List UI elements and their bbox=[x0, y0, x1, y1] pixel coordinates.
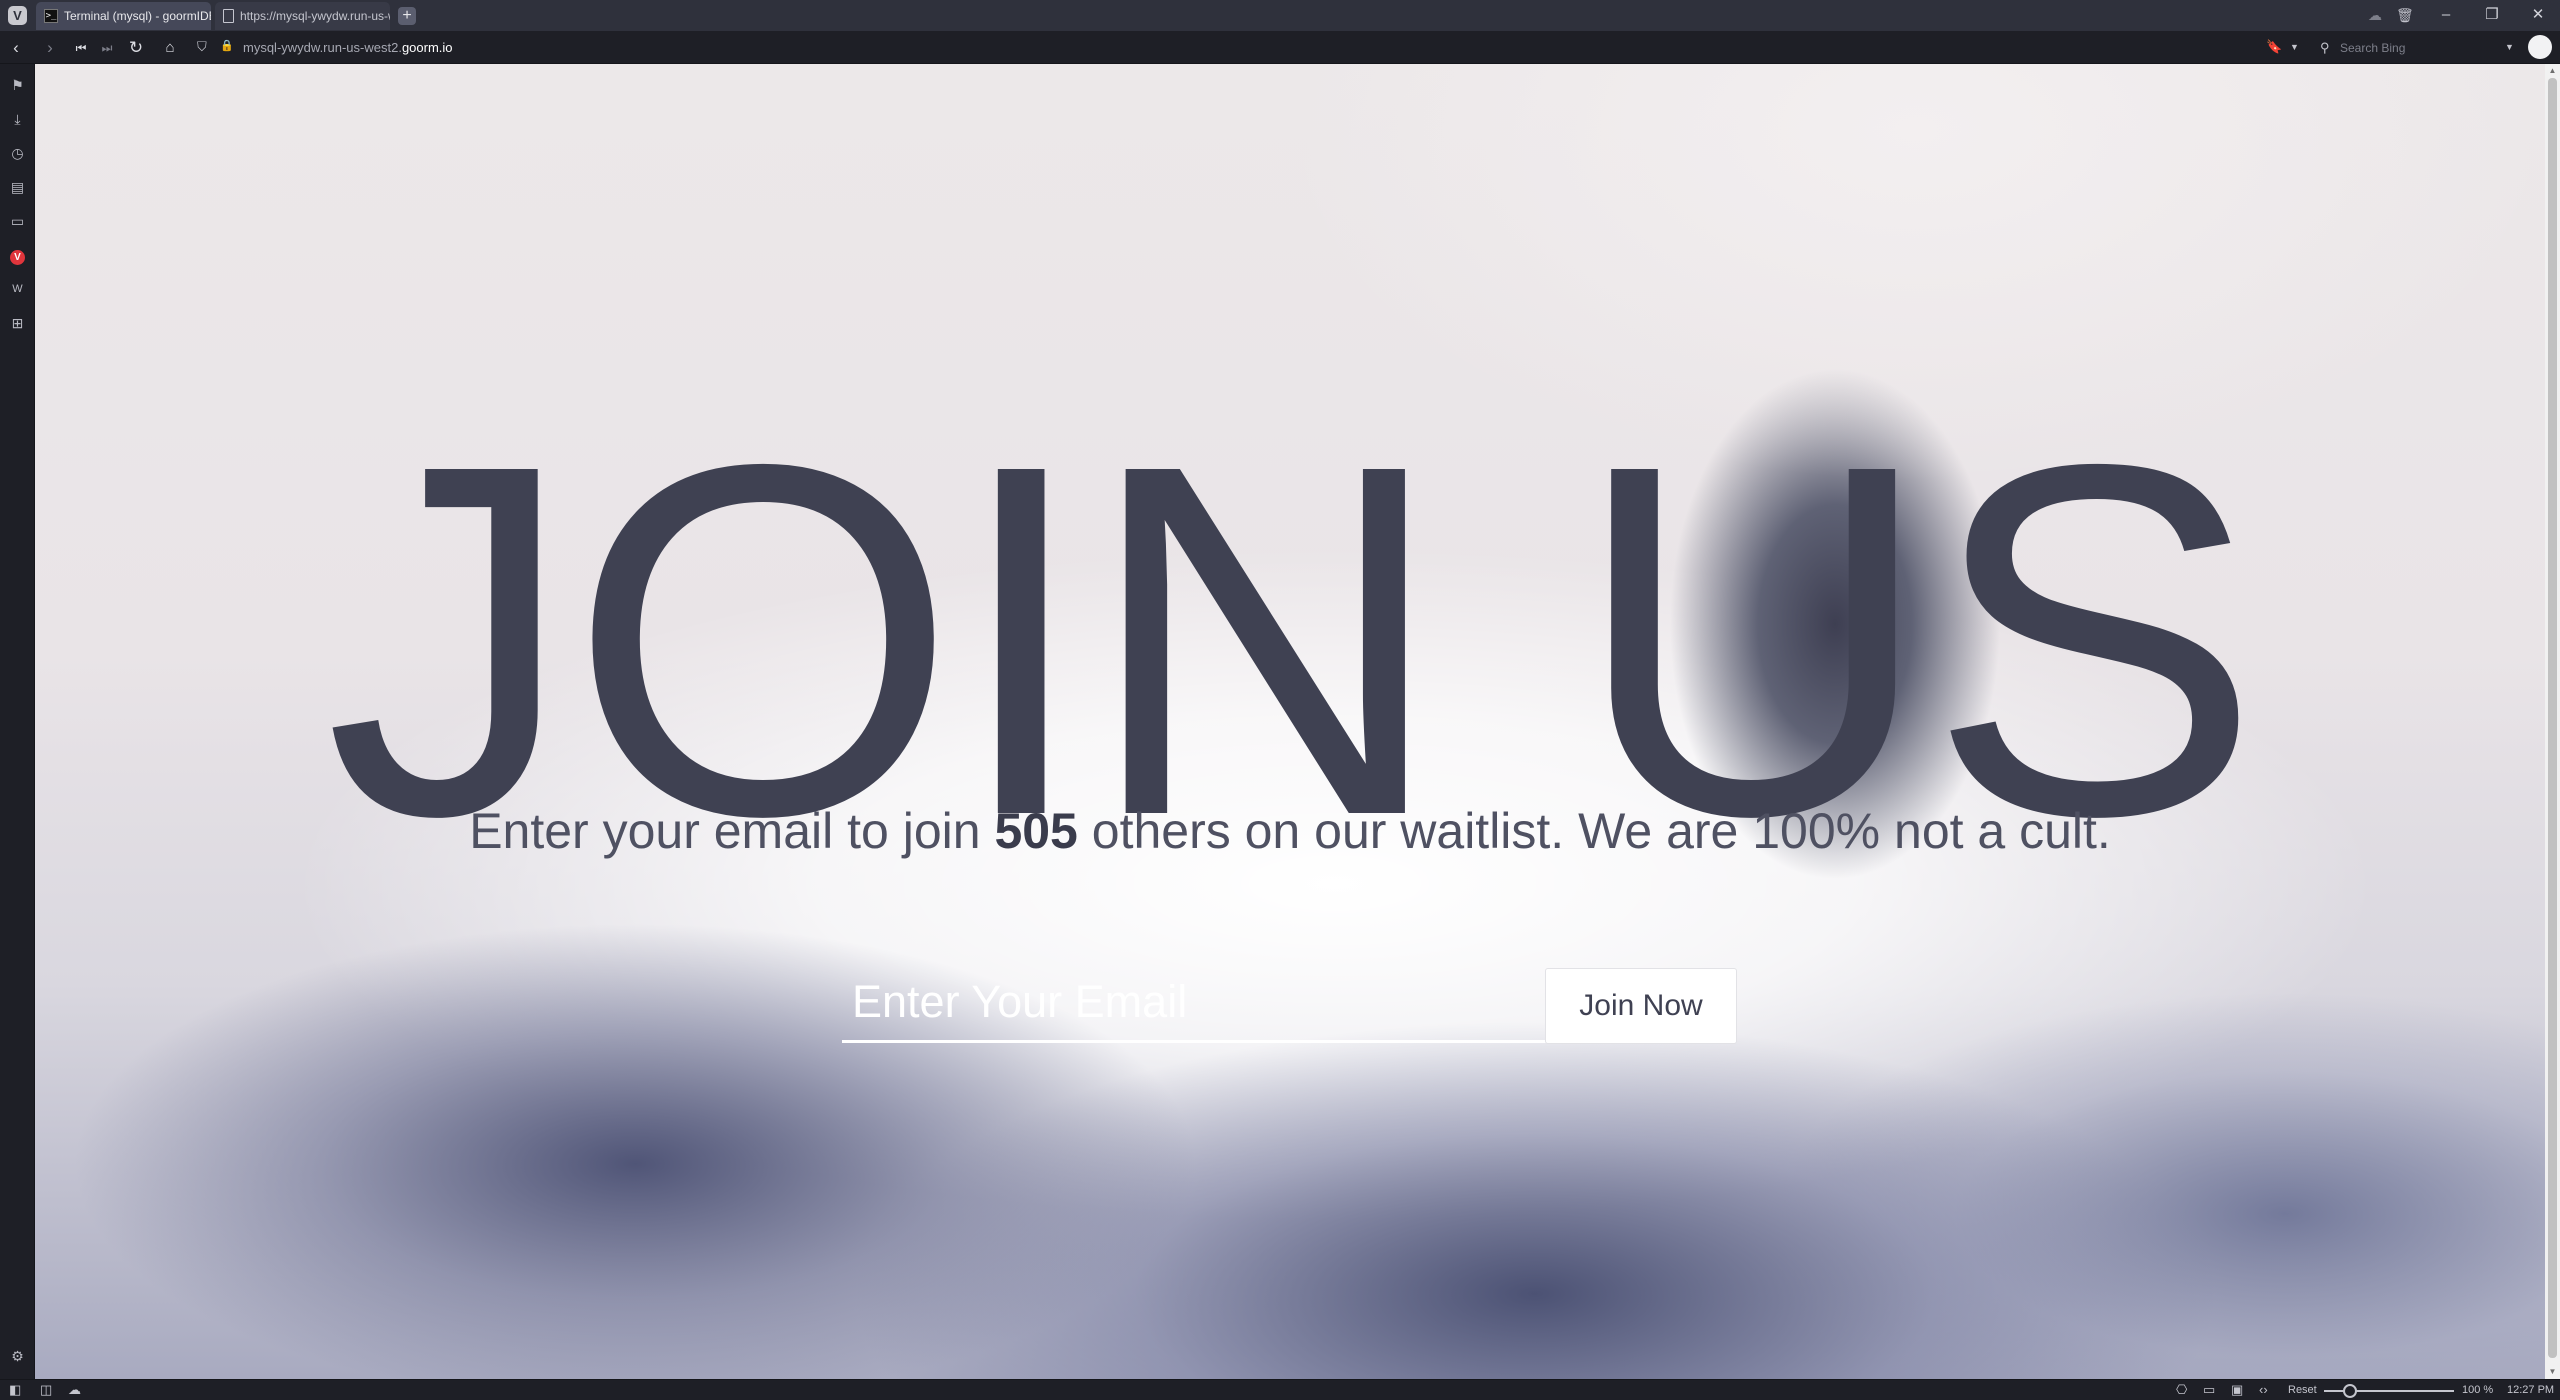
subtitle-text-end: others on our waitlist. We are 100% not … bbox=[1077, 803, 2111, 859]
url-prefix: mysql-ywydw.run-us-west2. bbox=[243, 40, 402, 55]
search-placeholder: Search Bing bbox=[2340, 41, 2406, 55]
clock: 12:27 PM bbox=[2507, 1384, 2555, 1396]
forward-button[interactable]: › bbox=[39, 37, 61, 59]
chevron-down-icon[interactable]: ▼ bbox=[2290, 42, 2299, 52]
scroll-down-arrow-icon[interactable]: ▼ bbox=[2545, 1365, 2560, 1379]
address-bar: ‹ › ⏮ ⏭ ↻ ⌂ ⛉ 🔒 mysql-ywydw.run-us-west2… bbox=[0, 31, 2560, 64]
join-now-button[interactable]: Join Now bbox=[1545, 968, 1737, 1044]
trash-icon[interactable]: 🗑 bbox=[2396, 6, 2414, 24]
notes-panel-icon[interactable]: ▤ bbox=[7, 177, 28, 198]
back-button[interactable]: ‹ bbox=[5, 37, 27, 59]
search-engine-dropdown-icon[interactable]: ▼ bbox=[2505, 42, 2514, 52]
settings-gear-icon[interactable]: ⚙ bbox=[7, 1346, 28, 1367]
terminal-icon: >_ bbox=[44, 9, 58, 23]
wikipedia-panel-icon[interactable]: W bbox=[7, 279, 28, 300]
waitlist-subtitle: Enter your email to join 505 others on o… bbox=[35, 801, 2545, 861]
bookmark-icon[interactable]: 🔖 bbox=[2266, 39, 2282, 55]
vivaldi-menu-icon[interactable]: V bbox=[8, 6, 27, 25]
tab-terminal[interactable]: >_ Terminal (mysql) - goormIDE bbox=[36, 2, 211, 30]
history-panel-icon[interactable]: ◷ bbox=[7, 143, 28, 164]
new-tab-button[interactable]: + bbox=[398, 7, 416, 25]
images-icon[interactable]: ▣ bbox=[2231, 1382, 2243, 1398]
tab-bar: V >_ Terminal (mysql) - goormIDE https:/… bbox=[0, 0, 2560, 31]
avatar[interactable] bbox=[2528, 35, 2552, 59]
downloads-panel-icon[interactable]: ⤓ bbox=[7, 109, 28, 130]
tab-label: https://mysql-ywydw.run-us-west2.goorm.i… bbox=[240, 9, 390, 23]
home-button[interactable]: ⌂ bbox=[159, 37, 181, 59]
bookmarks-panel-icon[interactable]: ⚑ bbox=[7, 75, 28, 96]
side-panel: ⚑ ⤓ ◷ ▤ ▭ V W ⊞ ⚙ bbox=[0, 64, 35, 1379]
fast-forward-button[interactable]: ⏭ bbox=[96, 37, 118, 59]
subtitle-text-start: Enter your email to join bbox=[469, 803, 995, 859]
email-field[interactable] bbox=[842, 963, 1562, 1043]
cloud-sync-icon[interactable]: ☁ bbox=[2368, 6, 2382, 24]
scroll-thumb[interactable] bbox=[2548, 78, 2557, 1358]
shield-icon[interactable]: ⛉ bbox=[197, 39, 207, 55]
restore-button[interactable]: ❐ bbox=[2478, 4, 2506, 26]
add-web-panel-icon[interactable]: ⊞ bbox=[7, 313, 28, 334]
window-panel-icon[interactable]: ▭ bbox=[7, 211, 28, 232]
lock-icon[interactable]: 🔒 bbox=[220, 39, 234, 52]
tile-tabs-icon[interactable]: ◫ bbox=[40, 1382, 52, 1398]
scroll-up-arrow-icon[interactable]: ▲ bbox=[2545, 64, 2560, 78]
tab-label: Terminal (mysql) - goormIDE bbox=[64, 9, 211, 23]
status-bar: ◧ ◫ ☁ ⎔ ▭ ▣ ‹› Reset 100 % 12:27 PM bbox=[0, 1379, 2560, 1400]
close-window-button[interactable]: ✕ bbox=[2524, 4, 2552, 26]
search-icon: ⚲ bbox=[2320, 40, 2330, 55]
sync-cloud-icon[interactable]: ☁ bbox=[68, 1382, 81, 1398]
tab-waitlist-page[interactable]: https://mysql-ywydw.run-us-west2.goorm.i… bbox=[215, 2, 390, 30]
vivaldi-web-panel-icon[interactable]: V bbox=[7, 245, 28, 266]
waitlist-count: 505 bbox=[994, 803, 1078, 859]
url-field[interactable]: mysql-ywydw.run-us-west2.goorm.io bbox=[243, 40, 453, 55]
zoom-level: 100 % bbox=[2462, 1384, 2494, 1396]
panel-toggle-icon[interactable]: ◧ bbox=[9, 1382, 21, 1398]
zoom-slider-handle[interactable] bbox=[2343, 1384, 2357, 1398]
zoom-reset-button[interactable]: Reset bbox=[2288, 1384, 2317, 1396]
search-field[interactable]: ⚲ Search Bing bbox=[2316, 37, 2516, 59]
window-icon[interactable]: ▭ bbox=[2203, 1382, 2215, 1398]
page-viewport: JOIN US Enter your email to join 505 oth… bbox=[35, 64, 2545, 1379]
page-actions-icon[interactable]: ‹› bbox=[2259, 1382, 2268, 1397]
page-icon bbox=[223, 9, 234, 23]
reload-button[interactable]: ↻ bbox=[125, 37, 147, 59]
page-scrollbar[interactable]: ▲ ▼ bbox=[2545, 64, 2560, 1379]
url-host: goorm.io bbox=[401, 40, 453, 55]
minimize-button[interactable]: – bbox=[2432, 4, 2460, 26]
rewind-button[interactable]: ⏮ bbox=[70, 37, 92, 59]
capture-icon[interactable]: ⎔ bbox=[2176, 1382, 2187, 1398]
